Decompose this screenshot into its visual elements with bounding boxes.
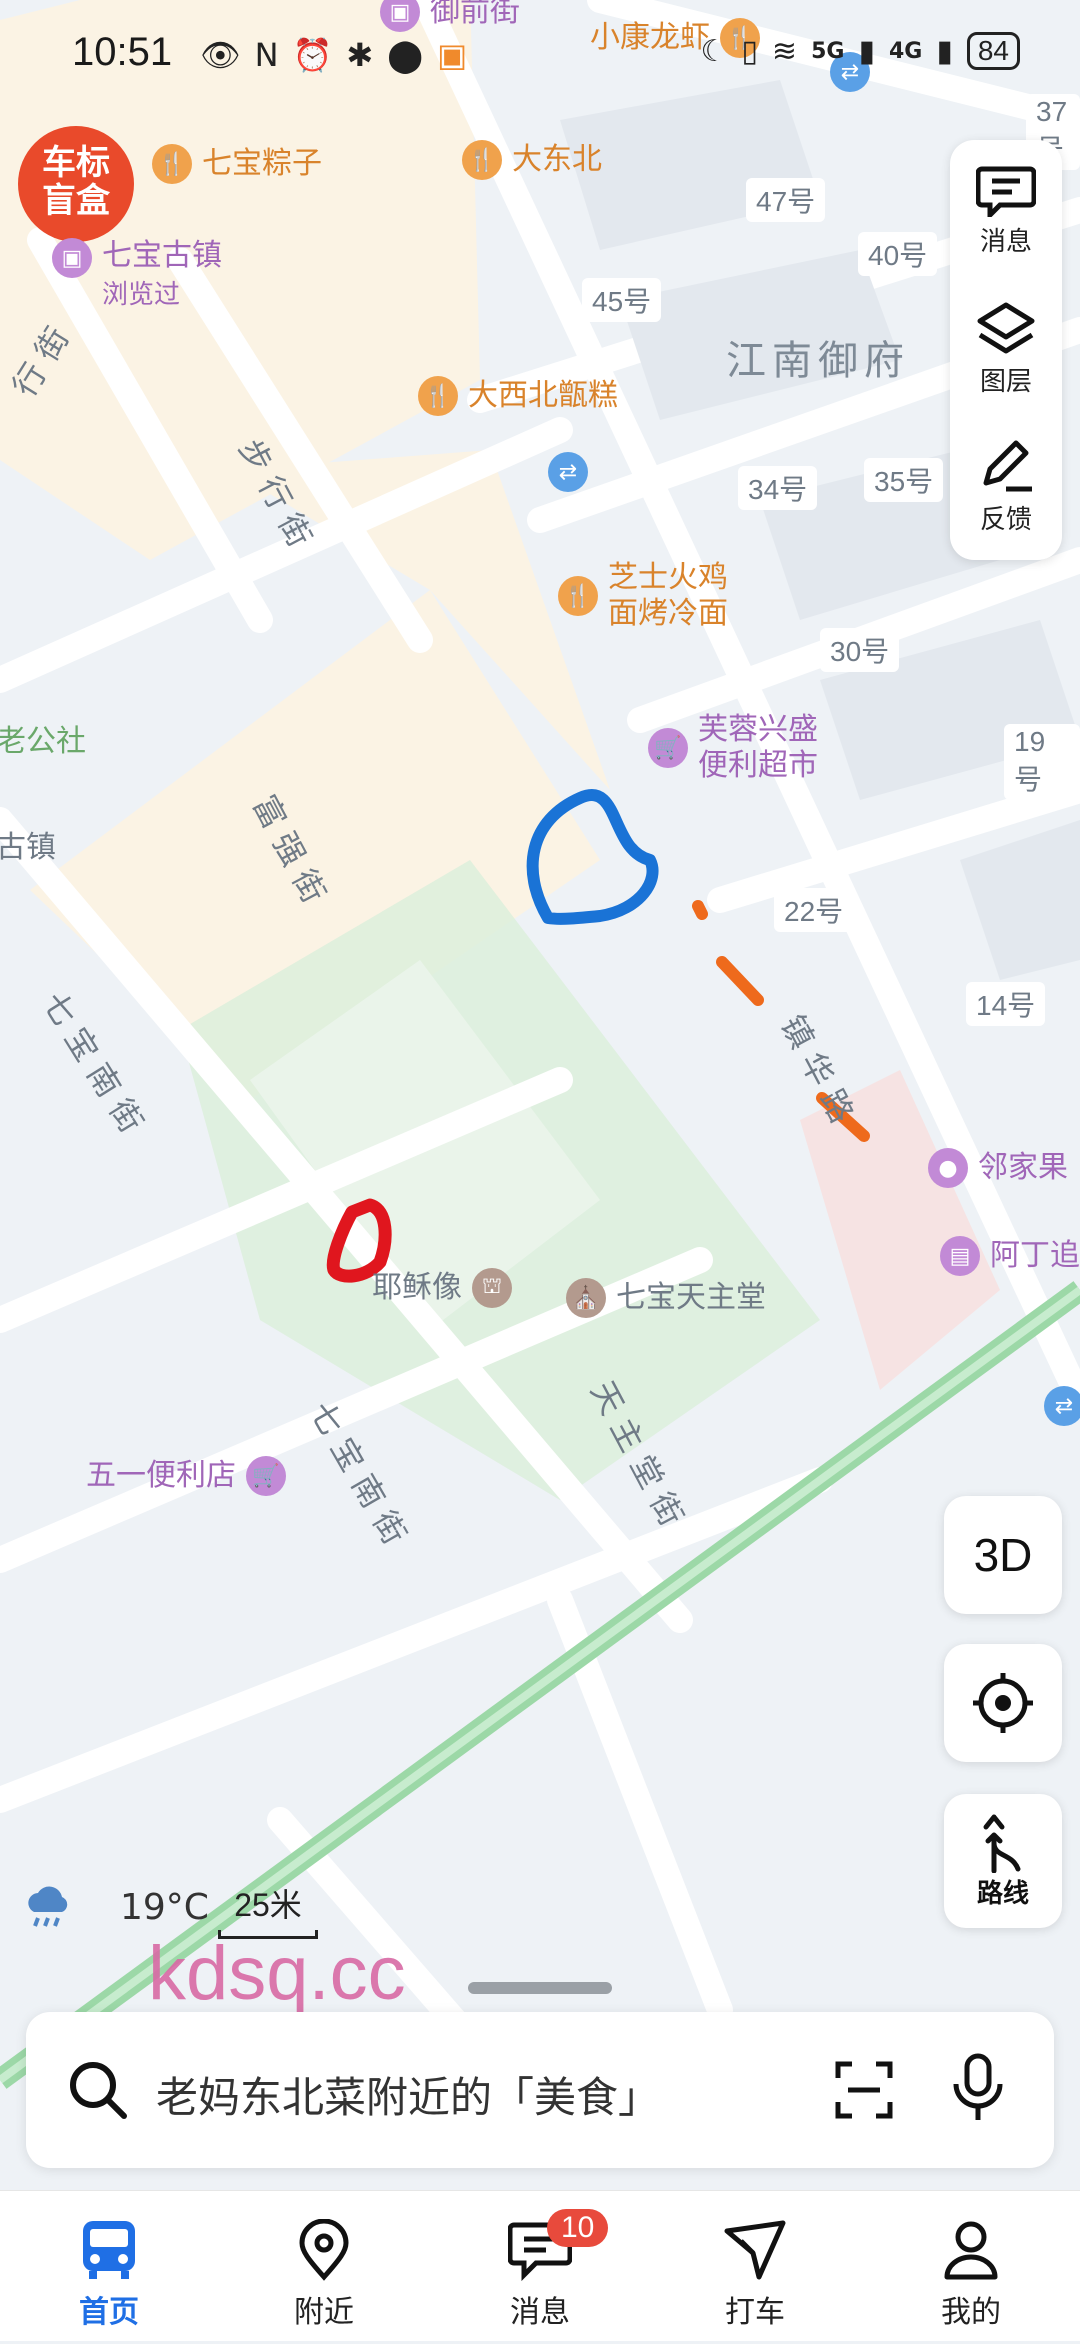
moon-icon: ☾ bbox=[700, 33, 728, 69]
network-4g-label: 4G bbox=[888, 38, 923, 64]
poi-cheese-turkey-noodles[interactable]: 🍴 芝士火鸡 面烤冷面 bbox=[558, 560, 728, 632]
poi-qibao-ancient-town[interactable]: ▣ 七宝古镇 浏览过 bbox=[52, 238, 222, 311]
house-number: 34号 bbox=[738, 466, 818, 510]
pencil-icon bbox=[983, 440, 1032, 491]
status-time: 10:51 bbox=[72, 30, 173, 74]
poi-ading[interactable]: ▤ 阿丁追 bbox=[940, 1236, 1080, 1276]
house-number: 47号 bbox=[746, 178, 826, 222]
toggle-3d-button[interactable]: 3D bbox=[944, 1496, 1062, 1614]
store-icon: ▤ bbox=[940, 1236, 980, 1276]
poi-dadongbei[interactable]: 🍴 大东北 bbox=[462, 140, 602, 180]
status-icons-left: 👁 N ⏰ ✱ ⬤ ▣ bbox=[200, 36, 467, 74]
map-tools-panel: 消息 图层 反馈 bbox=[950, 140, 1062, 560]
nfc-icon: N bbox=[254, 36, 279, 74]
district-label: 江南御府 bbox=[726, 338, 910, 384]
rain-cloud-icon bbox=[28, 1886, 68, 1927]
feedback-tool-button[interactable]: 反馈 bbox=[950, 422, 1062, 552]
house-number: 30号 bbox=[820, 628, 900, 672]
cart-icon: 🛒 bbox=[246, 1456, 286, 1496]
microphone-icon[interactable] bbox=[950, 2052, 1006, 2124]
house-number: 19号 bbox=[1004, 724, 1080, 800]
fork-knife-icon: 🍴 bbox=[558, 576, 598, 616]
statue-icon: ⛫ bbox=[472, 1268, 512, 1308]
house-number: 22号 bbox=[774, 888, 854, 932]
poi-jesus-statue[interactable]: ⛫ 耶稣像 bbox=[372, 1268, 512, 1308]
signal-icon: ▮ bbox=[858, 33, 875, 69]
cart-icon: 🛒 bbox=[648, 728, 688, 768]
bus-stop-icon[interactable]: ⇄ bbox=[1044, 1386, 1080, 1426]
route-arrow-icon bbox=[983, 1814, 1021, 1873]
fork-knife-icon: 🍴 bbox=[462, 140, 502, 180]
house-number: 14号 bbox=[966, 982, 1046, 1026]
messages-badge: 10 bbox=[547, 2209, 609, 2247]
watermark-text: kdsq.cc bbox=[148, 1931, 406, 2016]
user-icon bbox=[944, 2221, 998, 2280]
vibrate-icon: ▯ bbox=[741, 33, 758, 69]
layers-icon bbox=[977, 302, 1035, 353]
drag-handle[interactable] bbox=[468, 1982, 612, 1994]
status-bar: 10:51 👁 N ⏰ ✱ ⬤ ▣ ☾ ▯ ≋ 5G ▮ 4G ▮ 84 bbox=[0, 0, 1080, 110]
alarm-icon: ⏰ bbox=[292, 36, 333, 74]
location-icon: ⬤ bbox=[387, 36, 424, 74]
search-input[interactable]: 老妈东北菜附近的「美食」 bbox=[156, 2064, 660, 2125]
visited-tag: 浏览过 bbox=[102, 280, 181, 310]
poi-guzhen[interactable]: 古镇 bbox=[0, 830, 56, 866]
crosshair-icon bbox=[973, 1673, 1033, 1733]
nav-mine[interactable]: 我的 bbox=[886, 2219, 1056, 2331]
bus-icon bbox=[83, 2221, 135, 2279]
bus-stop-icon[interactable]: ⇄ bbox=[548, 452, 588, 492]
battery-indicator: 84 bbox=[966, 32, 1020, 70]
temperature-text: 19°C bbox=[120, 1886, 209, 1928]
message-icon bbox=[976, 166, 1036, 217]
nav-home[interactable]: 首页 bbox=[24, 2219, 194, 2331]
shopping-bag-icon: ▣ bbox=[52, 238, 92, 278]
poi-furong-supermarket[interactable]: 🛒 芙蓉兴盛 便利超市 bbox=[648, 712, 818, 784]
eye-icon: 👁 bbox=[200, 36, 241, 74]
wifi-icon: ≋ bbox=[771, 33, 798, 69]
poi-qibao-zongzi[interactable]: 🍴 七宝粽子 bbox=[152, 144, 322, 184]
house-number: 45号 bbox=[582, 278, 662, 322]
poi-daxibei-zenggao[interactable]: 🍴 大西北甑糕 bbox=[418, 376, 618, 416]
nav-taxi[interactable]: 打车 bbox=[670, 2219, 840, 2331]
bluetooth-icon: ✱ bbox=[346, 36, 374, 74]
house-number: 40号 bbox=[858, 232, 938, 276]
nav-messages[interactable]: 10 消息 bbox=[455, 2209, 625, 2331]
fork-knife-icon: 🍴 bbox=[152, 144, 192, 184]
network-5g-label: 5G bbox=[811, 38, 845, 64]
weather-widget[interactable]: 19°C bbox=[22, 1884, 209, 1930]
poi-qibao-catholic-church[interactable]: ⛪ 七宝天主堂 bbox=[566, 1278, 766, 1318]
scan-icon[interactable] bbox=[834, 2060, 894, 2120]
poi-laogongshe[interactable]: 老公社 bbox=[0, 724, 86, 760]
fruit-store-icon: ● bbox=[928, 1148, 968, 1188]
search-icon bbox=[70, 2062, 127, 2119]
locate-button[interactable] bbox=[944, 1644, 1062, 1762]
poi-neighbor-fruit[interactable]: ● 邻家果 bbox=[928, 1148, 1068, 1188]
route-button[interactable]: 路线 bbox=[944, 1794, 1062, 1928]
signal-icon: ▮ bbox=[936, 33, 953, 69]
layers-tool-button[interactable]: 图层 bbox=[950, 284, 1062, 414]
taxi-flag-icon bbox=[724, 2220, 786, 2280]
house-number: 35号 bbox=[864, 458, 944, 502]
nav-nearby[interactable]: 附近 bbox=[239, 2219, 409, 2331]
promo-badge-logo[interactable]: 车标 盲盒 bbox=[18, 126, 134, 242]
messages-tool-button[interactable]: 消息 bbox=[950, 146, 1062, 276]
search-bar[interactable]: 老妈东北菜附近的「美食」 bbox=[26, 2012, 1054, 2168]
poi-wuyi-convenience[interactable]: 🛒 五一便利店 bbox=[86, 1456, 286, 1496]
bottom-navigation: 首页 附近 10 消息 打车 我的 bbox=[0, 2190, 1080, 2341]
app-notification-icon: ▣ bbox=[437, 36, 468, 74]
fork-knife-icon: 🍴 bbox=[418, 376, 458, 416]
status-icons-right: ☾ ▯ ≋ 5G ▮ 4G ▮ 84 bbox=[700, 32, 1020, 70]
location-pin-icon bbox=[299, 2219, 349, 2281]
church-icon: ⛪ bbox=[566, 1278, 606, 1318]
